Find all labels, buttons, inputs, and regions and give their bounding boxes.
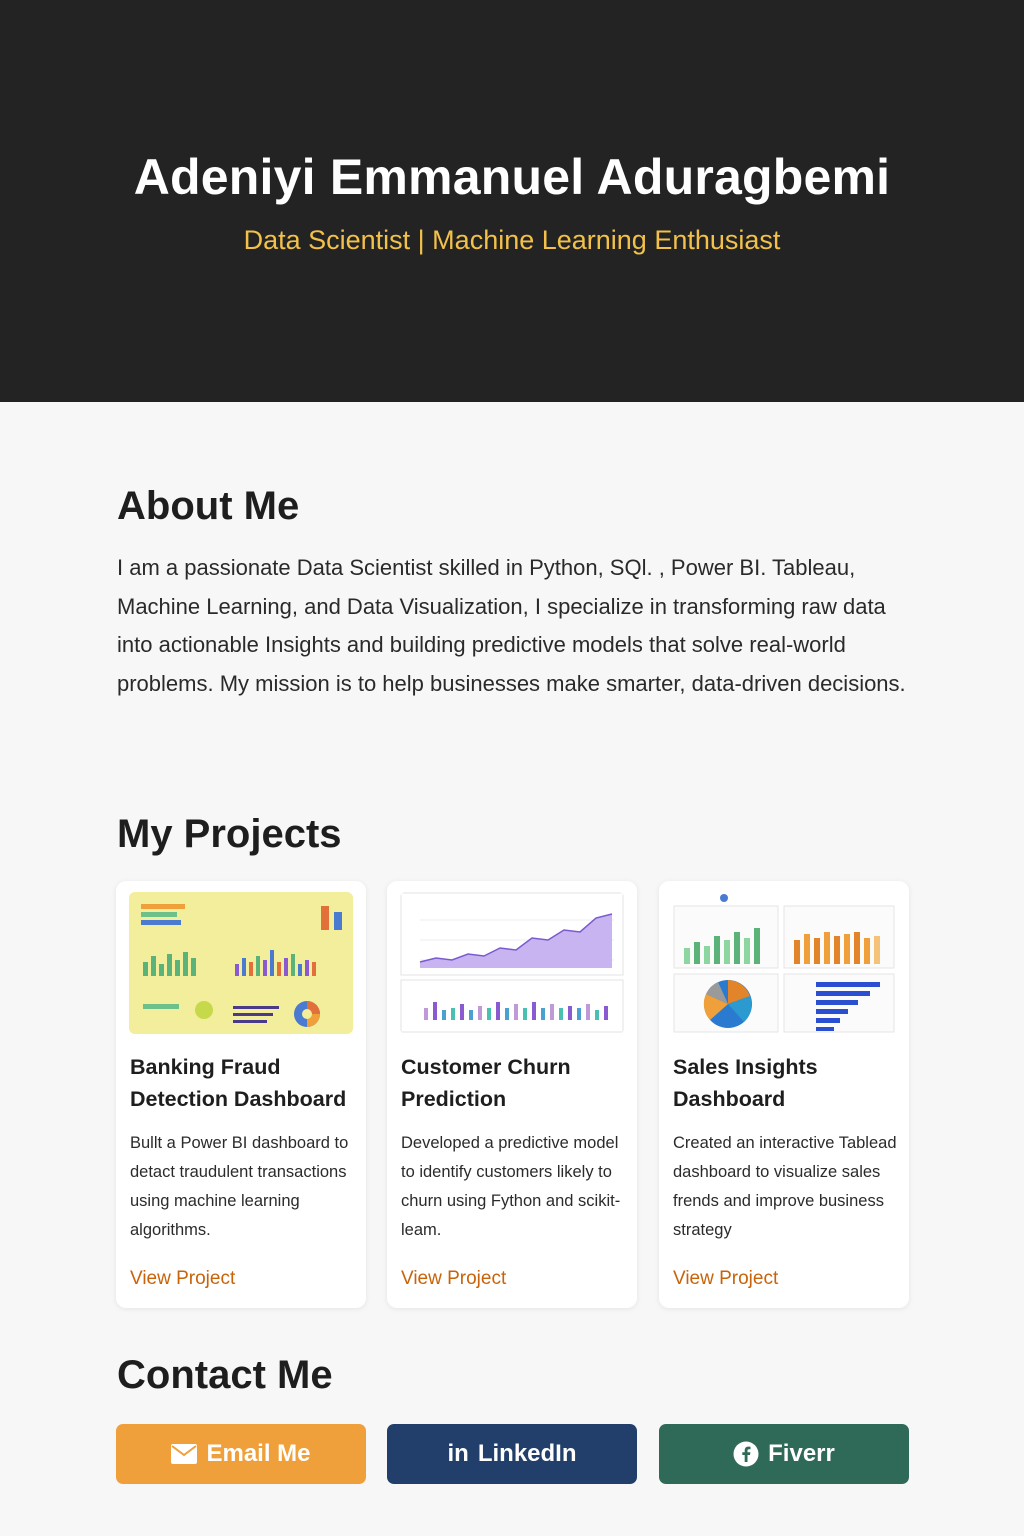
linkedin-icon: in xyxy=(447,1440,469,1467)
fiverr-button[interactable]: Fiverr xyxy=(659,1424,909,1484)
project-description: Developed a predictive model to identify… xyxy=(401,1134,621,1239)
project-title: Customer Churn Prediction xyxy=(401,1055,571,1111)
projects-title: My Projects xyxy=(117,812,342,856)
hero-header: Adeniyi Emmanuel Aduragbemi Data Scienti… xyxy=(0,0,1024,402)
project-title: Banking Fraud Detection Dashboard xyxy=(130,1055,347,1111)
view-project-link[interactable]: View Project xyxy=(673,1268,778,1290)
fiverr-icon xyxy=(733,1441,759,1467)
fiverr-button-label: Fiverr xyxy=(768,1440,835,1467)
hero-role: Data Scientist | Machine Learning Enthus… xyxy=(243,225,781,255)
project-card-sales: Sales Insights Dashboard Created an inte… xyxy=(659,881,909,1308)
hero-name: Adeniyi Emmanuel Aduragbemi xyxy=(133,149,891,205)
email-button-label: Email Me xyxy=(206,1440,311,1467)
contact-title: Contact Me xyxy=(117,1353,333,1397)
view-project-link[interactable]: View Project xyxy=(130,1268,235,1290)
project-card-churn: Customer Churn Prediction Developed a pr… xyxy=(387,881,637,1308)
project-card-fraud: Banking Fraud Detection Dashboard Bullt … xyxy=(116,881,366,1308)
project-title: Sales Insights Dashboard xyxy=(673,1055,818,1111)
view-project-link[interactable]: View Project xyxy=(401,1268,506,1290)
email-button[interactable]: Email Me xyxy=(116,1424,366,1484)
project-thumbnail-sales xyxy=(672,892,896,1034)
about-text: I am a passionate Data Scientist skilled… xyxy=(117,555,906,696)
project-description: Bullt a Power BI dashboard to detact tra… xyxy=(130,1134,349,1239)
linkedin-button[interactable]: in LinkedIn xyxy=(387,1424,637,1484)
project-thumbnail-churn xyxy=(400,892,624,1034)
linkedin-button-label: LinkedIn xyxy=(477,1440,577,1467)
project-thumbnail-fraud xyxy=(129,892,353,1034)
about-title: About Me xyxy=(117,484,300,528)
project-description: Created an interactive Tablead dashboard… xyxy=(673,1134,897,1239)
envelope-icon xyxy=(171,1444,198,1464)
